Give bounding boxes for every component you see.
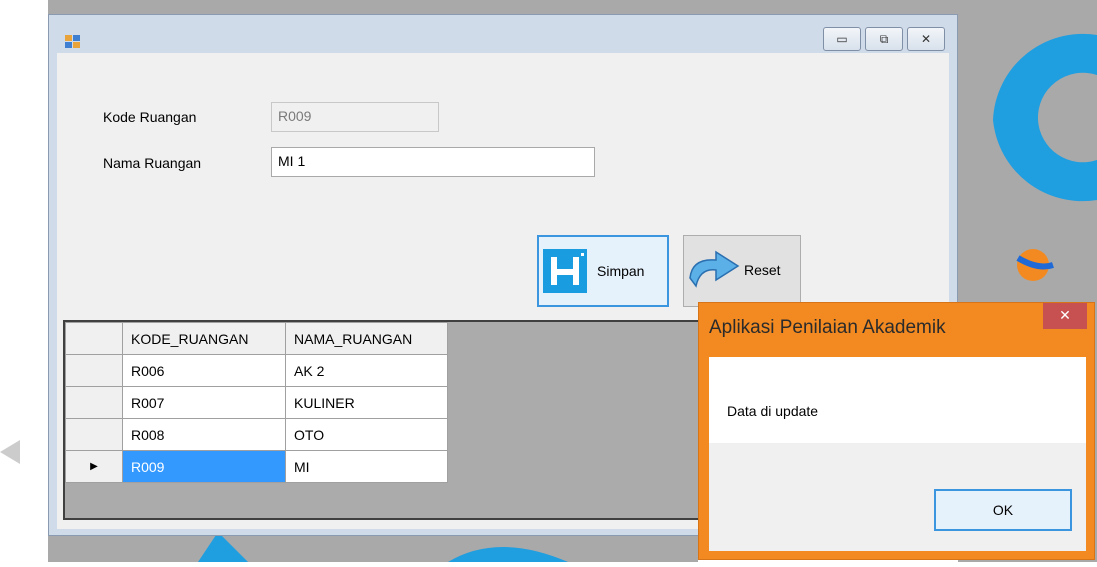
grid-header-row: KODE_RUANGAN NAMA_RUANGAN	[65, 322, 448, 355]
reset-label: Reset	[744, 262, 781, 278]
simpan-button[interactable]: Simpan	[537, 235, 669, 307]
window-controls: ▭ ⧉ ✕	[819, 27, 945, 53]
table-row-selected[interactable]: ▶ R009 MI	[65, 450, 448, 483]
row-header[interactable]	[65, 354, 123, 387]
cell-nama[interactable]: AK 2	[285, 354, 448, 387]
row-header[interactable]	[65, 386, 123, 419]
message-dialog: Aplikasi Penilaian Akademik ✕ Data di up…	[698, 302, 1095, 560]
cell-kode-selected[interactable]: R009	[122, 450, 286, 483]
grid-corner-header	[65, 322, 123, 355]
close-icon: ✕	[1059, 308, 1071, 324]
ok-button[interactable]: OK	[934, 489, 1072, 531]
cell-kode[interactable]: R008	[122, 418, 286, 451]
cell-nama[interactable]: OTO	[285, 418, 448, 451]
close-icon: ✕	[920, 32, 932, 46]
kode-ruangan-field[interactable]: R009	[271, 102, 439, 132]
nama-ruangan-label: Nama Ruangan	[103, 155, 202, 171]
background-decoration-top	[48, 0, 958, 14]
dialog-title: Aplikasi Penilaian Akademik	[709, 317, 946, 338]
app-icon	[65, 35, 81, 49]
floppy-disk-icon	[543, 249, 587, 293]
table-row[interactable]: R006 AK 2	[65, 354, 448, 387]
simpan-label: Simpan	[597, 263, 645, 279]
close-button[interactable]: ✕	[907, 27, 945, 51]
maximize-button[interactable]: ⧉	[865, 27, 903, 51]
cell-kode[interactable]: R006	[122, 354, 286, 387]
table-row[interactable]: R007 KULINER	[65, 386, 448, 419]
column-header-nama[interactable]: NAMA_RUANGAN	[285, 322, 448, 355]
cell-nama[interactable]: KULINER	[285, 386, 448, 419]
cell-kode[interactable]: R007	[122, 386, 286, 419]
column-header-kode[interactable]: KODE_RUANGAN	[122, 322, 286, 355]
dialog-message: Data di update	[727, 403, 819, 419]
maximize-icon: ⧉	[879, 31, 889, 46]
kode-ruangan-label: Kode Ruangan	[103, 109, 197, 125]
grid-table: KODE_RUANGAN NAMA_RUANGAN R006 AK 2 R007…	[65, 322, 448, 483]
dialog-close-button[interactable]: ✕	[1043, 303, 1087, 329]
minimize-icon: ▭	[836, 32, 848, 46]
dialog-body: Data di update	[709, 357, 1086, 443]
current-row-indicator-icon[interactable]: ▶	[65, 450, 123, 483]
row-header[interactable]	[65, 418, 123, 451]
minimize-button[interactable]: ▭	[823, 27, 861, 51]
reset-button[interactable]: Reset	[683, 235, 801, 307]
background-decoration-left	[0, 0, 48, 562]
nama-ruangan-field[interactable]: MI 1	[271, 147, 595, 177]
table-row[interactable]: R008 OTO	[65, 418, 448, 451]
title-bar: ▭ ⧉ ✕	[49, 15, 957, 53]
undo-arrow-icon	[689, 250, 740, 288]
dialog-footer: OK	[709, 443, 1086, 551]
cell-nama[interactable]: MI	[285, 450, 448, 483]
